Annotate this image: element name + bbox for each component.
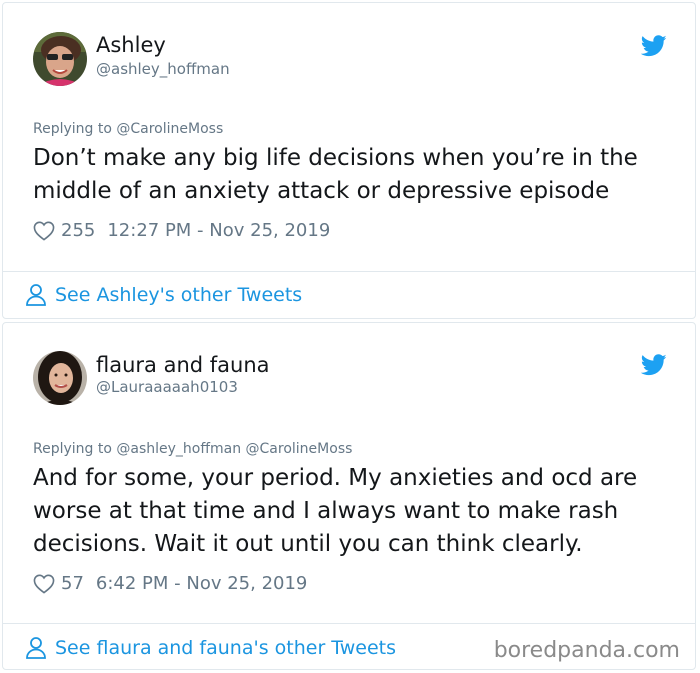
like-count[interactable]: 57 <box>61 573 84 594</box>
avatar[interactable] <box>33 32 87 86</box>
like-count[interactable]: 255 <box>61 220 95 241</box>
divider <box>3 271 695 272</box>
tweet-card: Ashley @ashley_hoffman Replying to @Caro… <box>2 2 696 319</box>
tweet-meta: 255 12:27 PM - Nov 25, 2019 <box>33 220 330 241</box>
user-handle[interactable]: @Lauraaaaah0103 <box>96 378 238 396</box>
watermark: boredpanda.com <box>489 636 684 665</box>
twitter-bird-icon[interactable] <box>641 354 667 376</box>
avatar[interactable] <box>33 351 87 405</box>
replying-to: Replying to @CarolineMoss <box>33 121 224 137</box>
see-other-tweets-label[interactable]: See Ashley's other Tweets <box>55 284 302 306</box>
see-other-tweets-label[interactable]: See flaura and fauna's other Tweets <box>55 637 396 659</box>
replying-to: Replying to @ashley_hoffman @CarolineMos… <box>33 441 353 457</box>
tweet-meta: 57 6:42 PM - Nov 25, 2019 <box>33 573 307 594</box>
divider <box>3 623 695 624</box>
timestamp[interactable]: 6:42 PM - Nov 25, 2019 <box>96 573 307 594</box>
avatar-image <box>33 351 87 405</box>
twitter-bird-icon[interactable] <box>641 35 667 57</box>
avatar-image <box>33 32 87 86</box>
display-name[interactable]: Ashley <box>96 33 166 57</box>
tweet-text: And for some, your period. My anxieties … <box>33 465 638 557</box>
person-icon <box>26 637 46 659</box>
heart-icon[interactable] <box>33 574 55 594</box>
tweet-card: flaura and fauna @Lauraaaaah0103 Replyin… <box>2 322 696 670</box>
person-icon <box>26 284 46 306</box>
tweet-text: Don’t make any big life decisions when y… <box>33 145 638 204</box>
display-name[interactable]: flaura and fauna <box>96 353 270 377</box>
timestamp[interactable]: 12:27 PM - Nov 25, 2019 <box>107 220 330 241</box>
see-other-tweets-link[interactable]: See flaura and fauna's other Tweets <box>25 636 396 660</box>
heart-icon[interactable] <box>33 221 55 241</box>
see-other-tweets-link[interactable]: See Ashley's other Tweets <box>25 283 302 307</box>
user-handle[interactable]: @ashley_hoffman <box>96 60 230 78</box>
